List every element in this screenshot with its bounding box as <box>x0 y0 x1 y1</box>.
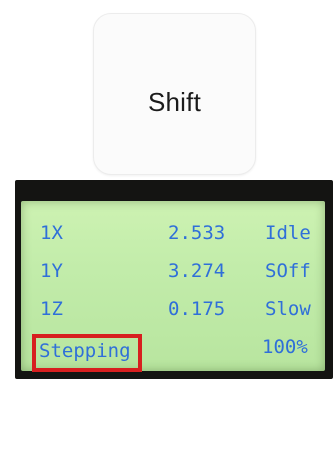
axis-value-y: 3.274 <box>168 260 226 282</box>
lcd-screen: 1X 2.533 Idle 1Y 3.274 SOff 1Z 0.175 Slo… <box>21 201 325 372</box>
axis-label-y: 1Y <box>40 260 63 282</box>
axis-value-z: 0.175 <box>168 298 226 320</box>
shift-key-label: Shift <box>147 87 202 117</box>
step-percent-value: 100% <box>262 336 308 358</box>
axis-state-z: Slow <box>265 298 311 320</box>
lcd-footer-row: Stepping 100% <box>21 329 325 372</box>
axis-state-y: SOff <box>265 260 311 282</box>
axis-value-x: 2.533 <box>168 222 226 244</box>
stepping-mode-label: Stepping <box>32 334 142 372</box>
lcd-display-frame: 1X 2.533 Idle 1Y 3.274 SOff 1Z 0.175 Slo… <box>15 180 333 379</box>
axis-state-x: Idle <box>265 222 311 244</box>
lcd-row-x: 1X 2.533 Idle <box>21 215 325 251</box>
axis-label-z: 1Z <box>40 298 63 320</box>
shift-key-button[interactable]: Shift <box>93 13 256 175</box>
lcd-row-z: 1Z 0.175 Slow <box>21 291 325 327</box>
axis-label-x: 1X <box>40 222 63 244</box>
lcd-row-y: 1Y 3.274 SOff <box>21 253 325 289</box>
